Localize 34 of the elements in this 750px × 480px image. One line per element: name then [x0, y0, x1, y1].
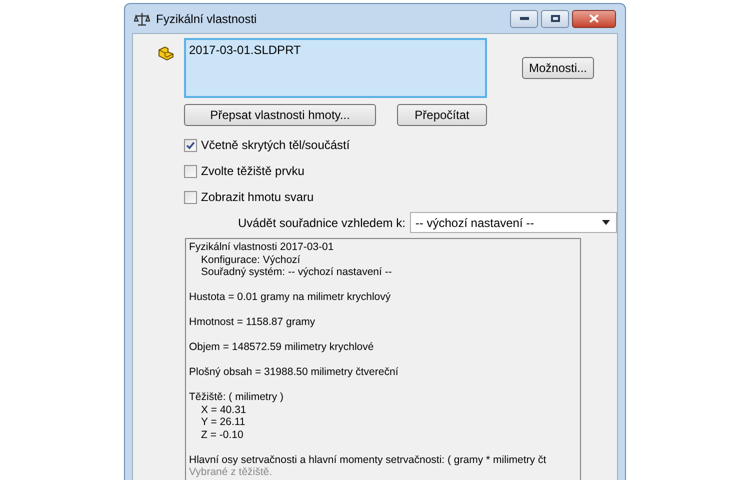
result-line: Vybrané z těžiště.	[189, 466, 274, 478]
result-line: Z = -0.10	[200, 428, 244, 441]
checkbox-label: Zobrazit hmotu svaru	[201, 189, 314, 206]
checkbox[interactable]	[184, 138, 197, 152]
close-button[interactable]	[572, 10, 616, 28]
push-button[interactable]: Možnosti...	[522, 57, 594, 79]
coordinate-dropdown[interactable]: -- výchozí nastavení --	[410, 212, 617, 233]
push-button[interactable]: Přepočítat	[397, 104, 487, 126]
result-line: Objem = 148572.59 milimetry krychlové	[189, 341, 375, 354]
result-line: X = 40.31	[200, 404, 248, 416]
selection-list[interactable]: 2017-03-01.SLDPRT	[184, 38, 487, 98]
checkbox-label: Zvolte těžiště prvku	[201, 163, 304, 180]
checkbox[interactable]	[184, 190, 197, 204]
checkbox[interactable]	[184, 164, 197, 178]
push-button[interactable]: Přepsat vlastnosti hmoty...	[184, 104, 376, 126]
scales-icon	[134, 10, 150, 26]
result-line: Souřadný systém: -- výchozí nastavení --	[200, 266, 393, 278]
result-line: Konfigurace: Výchozí	[200, 254, 302, 266]
result-line: Těžiště: ( milimetry )	[189, 391, 284, 404]
result-line: Plošný obsah = 31988.50 milimetry čtvereční	[189, 366, 400, 378]
list-item[interactable]: 2017-03-01.SLDPRT	[189, 41, 482, 59]
checkmark-icon	[186, 140, 195, 150]
window-title: Fyzikální vlastnosti	[156, 10, 257, 28]
result-line: Y = 26.11	[200, 416, 246, 428]
minimize-button[interactable]	[510, 10, 538, 28]
result-line: Fyzikální vlastnosti 2017-03-01	[189, 241, 335, 254]
result-line: Hmotnost = 1158.87 gramy	[189, 316, 316, 328]
coordinates-label: Uvádět souřadnice vzhledem k:	[238, 214, 406, 232]
result-line: Hustota = 0.01 gramy na milimetr krychlový	[189, 291, 392, 304]
dropdown-arrow-icon	[602, 220, 610, 225]
checkbox-label: Včetně skrytých těl/součástí	[201, 137, 350, 154]
maximize-button[interactable]	[541, 10, 569, 28]
result-line: Hlavní osy setrvačnosti a hlavní momenty setrvačnosti: ( gramy * milimetry čt	[189, 454, 548, 466]
close-icon	[589, 14, 599, 23]
